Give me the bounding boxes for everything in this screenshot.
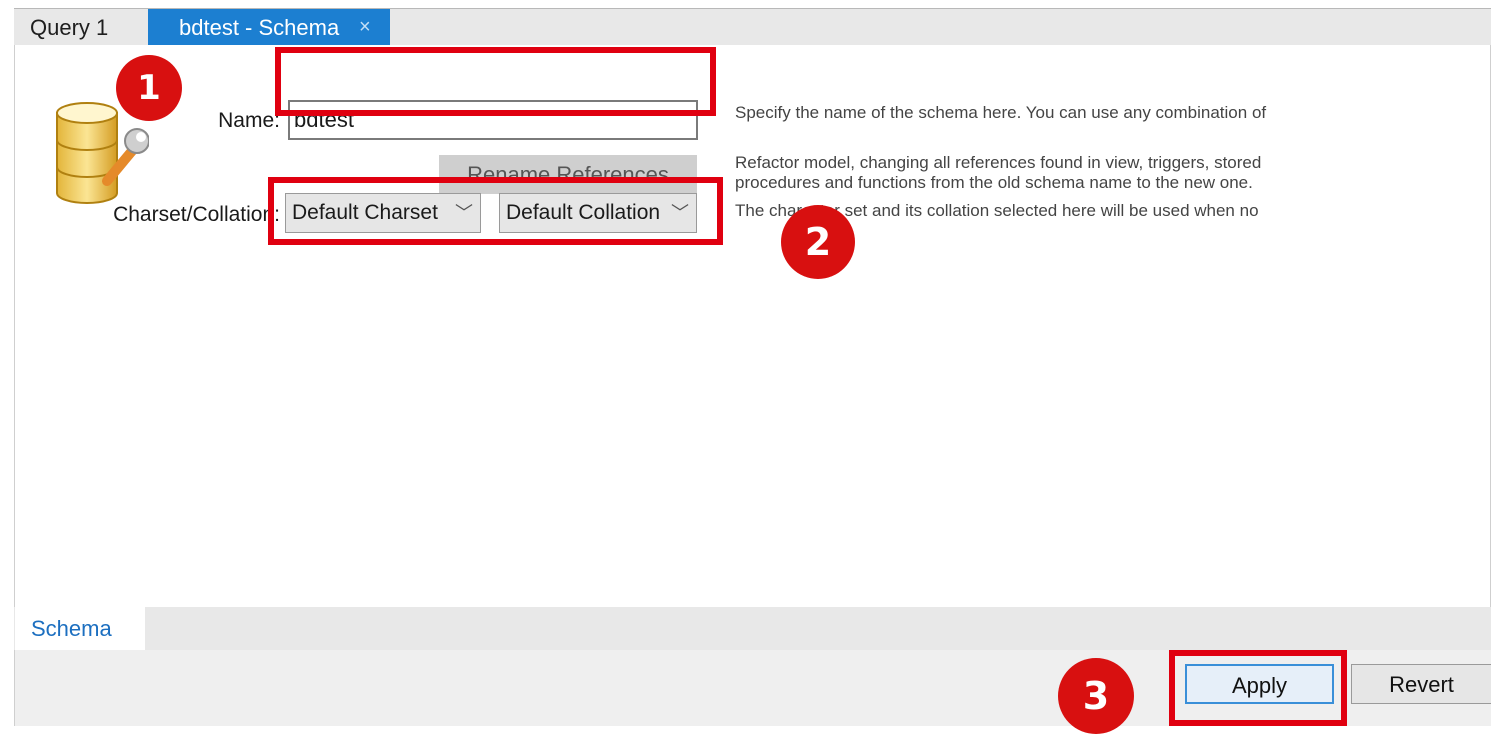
name-description: Specify the name of the schema here. You… [735, 103, 1267, 122]
schema-editor-window: Query 1 bdtest - Schema × Name: bdtest R… [14, 8, 1491, 734]
rename-description-line-1: Refactor model, changing all references … [735, 153, 1262, 172]
rename-description-line-2: procedures and functions from the old sc… [735, 173, 1253, 192]
tab-label: bdtest - Schema [179, 15, 340, 40]
tab-bdtest-schema[interactable]: bdtest - Schema × [148, 9, 390, 46]
schema-properties-panel: Name: bdtest Rename References Specify t… [14, 45, 1491, 607]
highlight-box-name [275, 47, 716, 116]
close-icon[interactable]: × [359, 9, 371, 46]
step-badge-3: 3 [1058, 658, 1134, 734]
highlight-box-apply [1169, 650, 1347, 726]
tab-query-1[interactable]: Query 1 [14, 9, 148, 46]
step-badge-2: 2 [781, 205, 855, 279]
editor-tab-bar: Query 1 bdtest - Schema × [14, 8, 1491, 46]
bottom-tab-bar: Schema [14, 607, 1491, 650]
step-badge-1: 1 [116, 55, 182, 121]
tab-schema[interactable]: Schema [15, 607, 145, 650]
charset-collation-label: Charset/Collation: [113, 203, 280, 226]
name-label: Name: [218, 109, 280, 132]
revert-button[interactable]: Revert [1351, 664, 1491, 704]
highlight-box-charset [268, 177, 723, 245]
action-bar: Apply Revert 3 [14, 650, 1491, 734]
